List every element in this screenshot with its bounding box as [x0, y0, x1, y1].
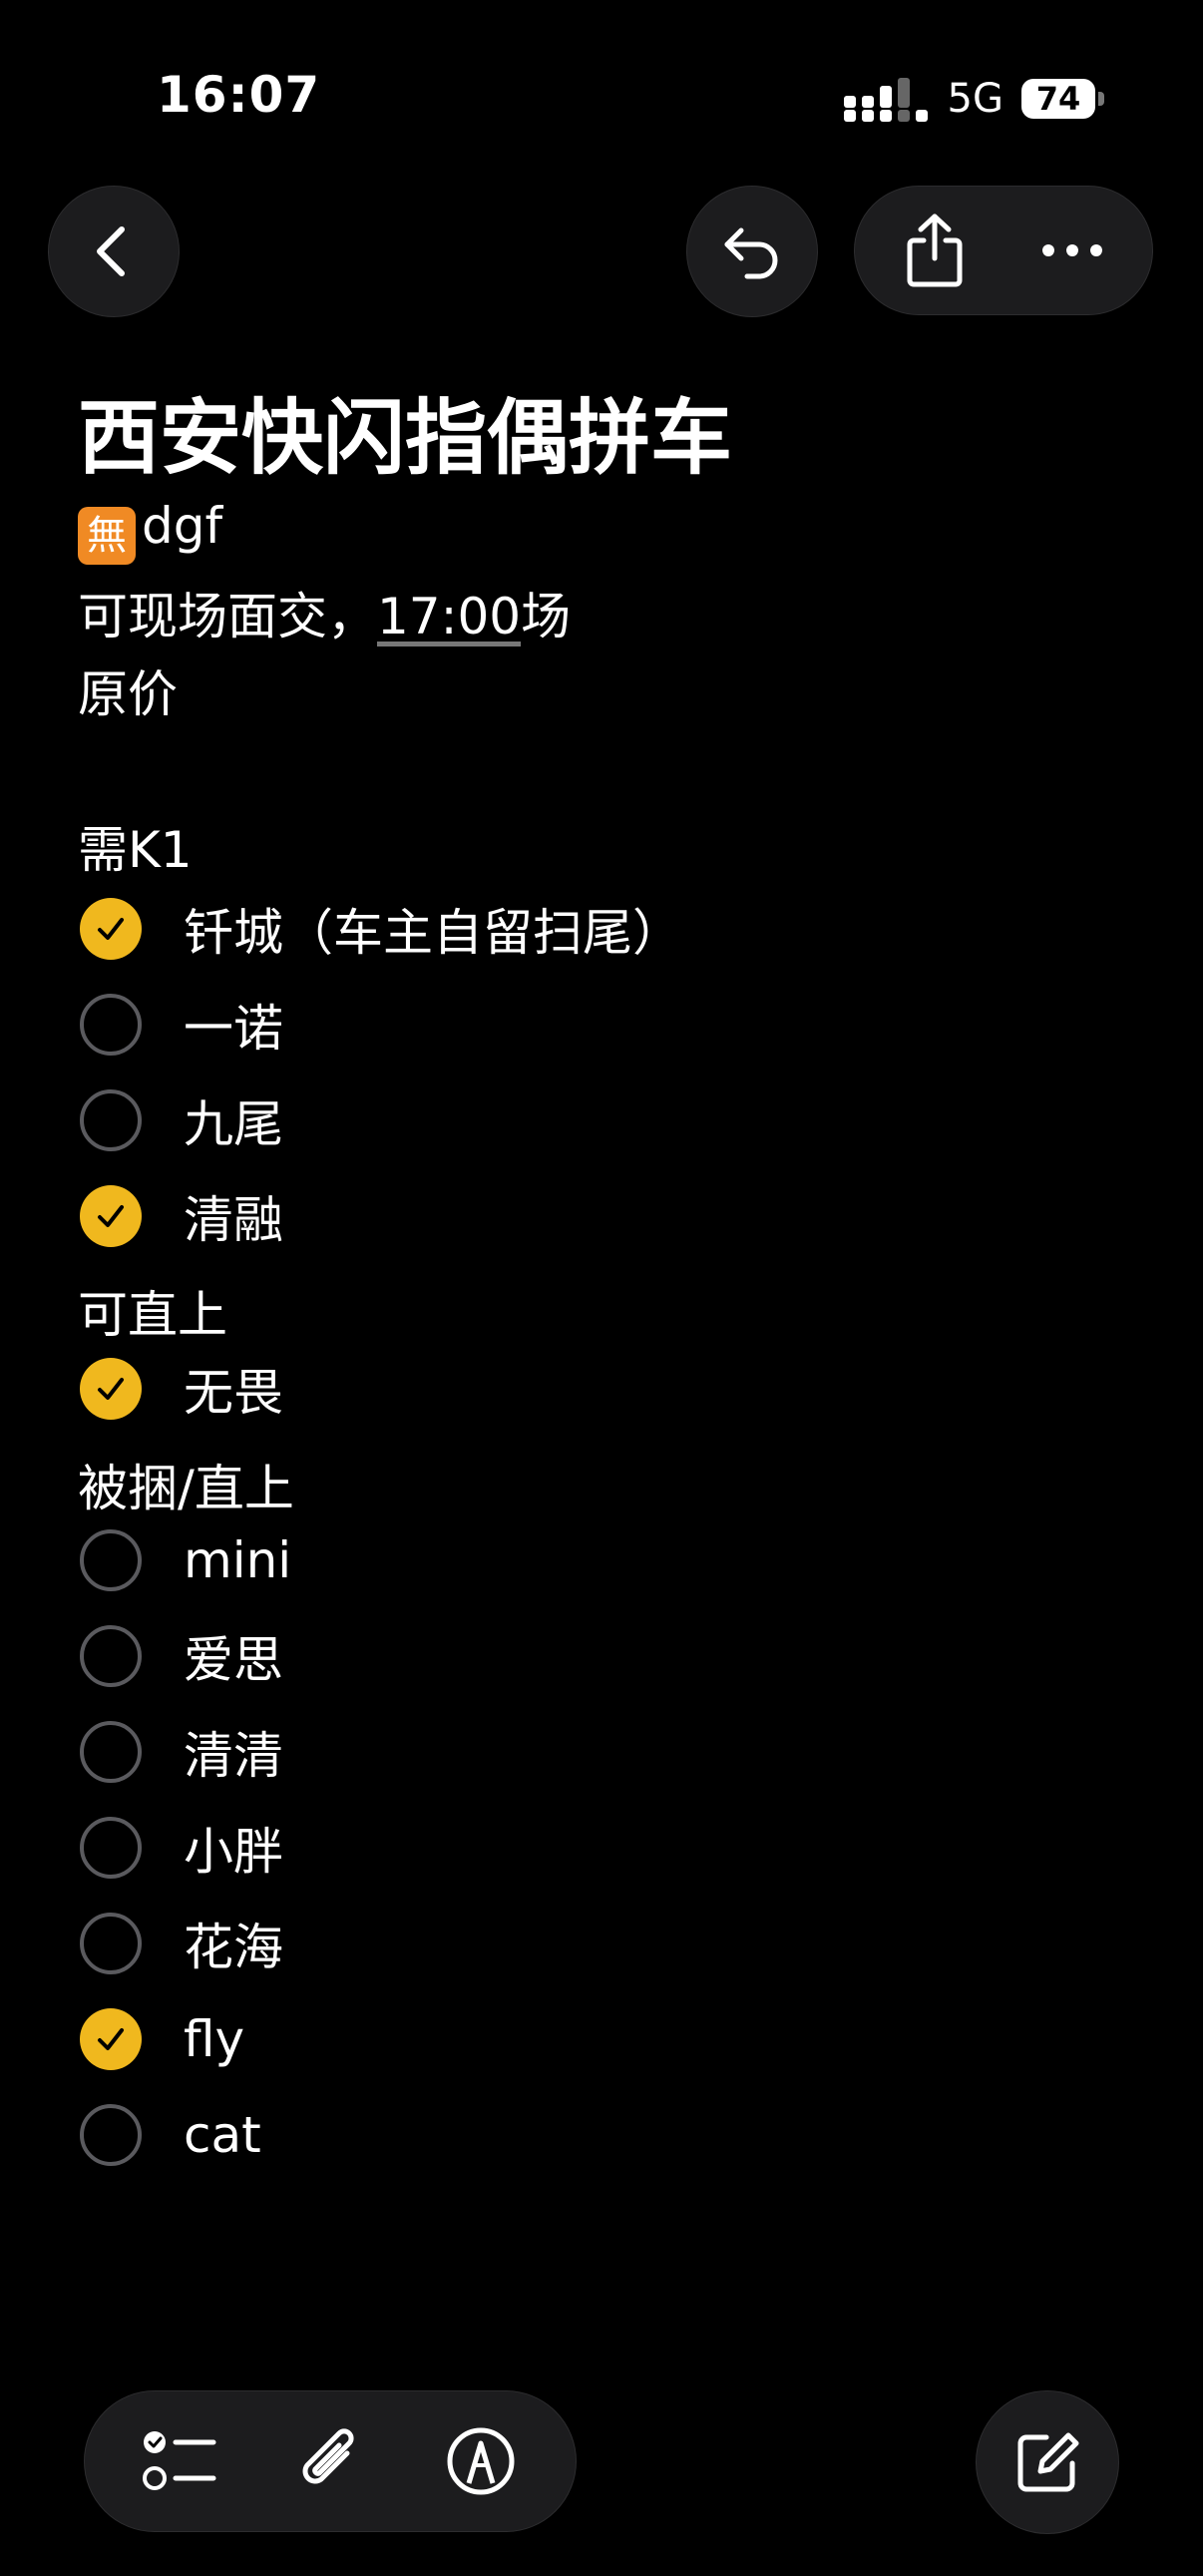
markup-button[interactable]	[436, 2416, 526, 2506]
checklist-item-label[interactable]: cat	[184, 2106, 261, 2164]
note-actions-group	[854, 186, 1153, 315]
checkmark-icon	[98, 1378, 124, 1400]
compose-icon	[1017, 2432, 1079, 2492]
status-indicators: 5G 74	[843, 76, 1104, 122]
unchecked-circle-icon[interactable]	[80, 1529, 142, 1591]
battery-indicator: 74	[1021, 79, 1104, 119]
share-button[interactable]	[895, 211, 975, 290]
meeting-text: 可现场面交，	[78, 588, 377, 645]
unchecked-circle-icon[interactable]	[80, 1721, 142, 1783]
note-line-tag[interactable]: 無 dgf	[78, 497, 222, 565]
unchecked-circle-icon[interactable]	[80, 2104, 142, 2166]
unchecked-circle-icon[interactable]	[80, 1625, 142, 1687]
checklist-item-label[interactable]: 清清	[184, 1716, 283, 1788]
checked-circle-icon[interactable]	[80, 1358, 142, 1420]
undo-button[interactable]	[686, 186, 818, 317]
checklist-item[interactable]: cat	[80, 2100, 261, 2170]
checkmark-icon	[98, 918, 124, 940]
checklist-item[interactable]: 小胖	[80, 1813, 283, 1883]
checkmark-icon	[98, 1205, 124, 1227]
free-tag-emoji-icon: 無	[78, 507, 136, 565]
bottom-toolbar	[84, 2390, 577, 2532]
checklist-item[interactable]: 清融	[80, 1181, 283, 1251]
checklist-item-label[interactable]: 花海	[184, 1908, 283, 1979]
checklist-item-label[interactable]: mini	[184, 1531, 291, 1589]
note-line-price[interactable]: 原价	[78, 654, 178, 726]
checklist-item[interactable]: 无畏	[80, 1354, 283, 1424]
section-heading-bundled[interactable]: 被捆/直上	[78, 1449, 294, 1520]
compose-button[interactable]	[976, 2390, 1119, 2534]
paperclip-icon	[302, 2428, 354, 2484]
back-button[interactable]	[48, 186, 180, 317]
checklist-item-label[interactable]: 一诺	[184, 989, 283, 1061]
more-button[interactable]	[1032, 211, 1112, 290]
battery-tip	[1098, 92, 1104, 106]
checklist-item[interactable]: 爱思	[80, 1621, 283, 1691]
checked-circle-icon[interactable]	[80, 2008, 142, 2070]
checkmark-icon	[98, 2028, 124, 2050]
checklist-item[interactable]: mini	[80, 1525, 291, 1595]
checklist-item-label[interactable]: 钎城（车主自留扫尾）	[184, 893, 682, 965]
status-time: 16:07	[157, 66, 321, 124]
attachment-button[interactable]	[285, 2416, 375, 2506]
checklist-item[interactable]: 花海	[80, 1909, 283, 1978]
chevron-left-icon	[97, 226, 125, 276]
note-title[interactable]: 西安快闪指偶拼车	[78, 371, 732, 490]
checklist-item-label[interactable]: 清融	[184, 1180, 283, 1252]
battery-level: 74	[1035, 80, 1081, 118]
meeting-suffix: 场	[521, 588, 572, 645]
checklist-item[interactable]: fly	[80, 2004, 244, 2074]
note-line-meeting[interactable]: 可现场面交，17:00场	[78, 577, 571, 648]
meeting-time-link[interactable]: 17:00	[377, 588, 521, 645]
unchecked-circle-icon[interactable]	[80, 1817, 142, 1879]
share-icon	[907, 214, 963, 287]
checklist-item[interactable]: 九尾	[80, 1085, 283, 1155]
section-heading-direct[interactable]: 可直上	[78, 1275, 227, 1347]
unchecked-circle-icon[interactable]	[80, 994, 142, 1056]
signal-icon	[843, 78, 928, 122]
checklist-item-label[interactable]: 无畏	[184, 1353, 283, 1425]
checklist-item[interactable]: 清清	[80, 1717, 283, 1787]
checklist-item[interactable]: 一诺	[80, 990, 283, 1060]
checklist-item-label[interactable]: 小胖	[184, 1812, 283, 1884]
tag-text: dgf	[142, 497, 223, 555]
checklist-button[interactable]	[135, 2416, 224, 2506]
checklist-item[interactable]: 钎城（车主自留扫尾）	[80, 894, 682, 964]
checklist-icon	[143, 2431, 216, 2490]
unchecked-circle-icon[interactable]	[80, 1913, 142, 1974]
checklist-item-label[interactable]: 九尾	[184, 1084, 283, 1156]
undo-icon	[724, 227, 778, 279]
section-heading-k1[interactable]: 需K1	[78, 810, 193, 882]
markup-pen-icon	[447, 2427, 515, 2495]
unchecked-circle-icon[interactable]	[80, 1089, 142, 1151]
checklist-item-label[interactable]: 爱思	[184, 1620, 283, 1692]
network-type: 5G	[947, 76, 1003, 122]
checklist-item-label[interactable]: fly	[184, 2010, 244, 2068]
checked-circle-icon[interactable]	[80, 1185, 142, 1247]
checked-circle-icon[interactable]	[80, 898, 142, 960]
more-icon	[1042, 244, 1102, 256]
